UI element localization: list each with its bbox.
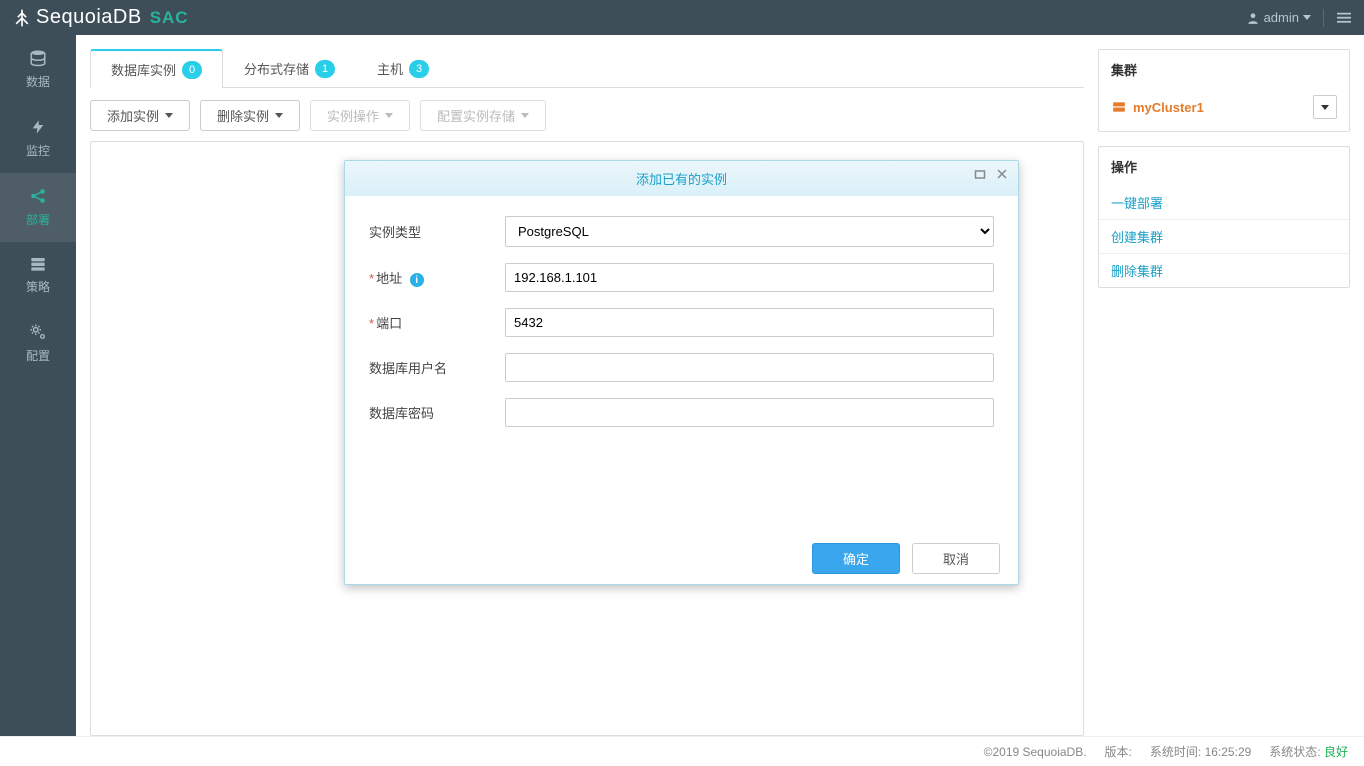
user-name: admin: [1264, 10, 1299, 25]
button-label: 添加实例: [107, 106, 159, 125]
db-password-input[interactable]: [505, 398, 994, 427]
user-menu[interactable]: admin: [1246, 10, 1311, 25]
sidebar: 数据 监控 部署 策略 配置: [0, 35, 76, 736]
ops-head: 操作: [1099, 147, 1349, 186]
database-icon: [29, 49, 47, 67]
status-label: 系统状态:: [1269, 745, 1320, 759]
ok-button[interactable]: 确定: [812, 543, 900, 574]
tab-label: 分布式存储: [244, 59, 309, 78]
cluster-name[interactable]: myCluster1: [1111, 100, 1204, 115]
divider: [1323, 9, 1324, 27]
cancel-button[interactable]: 取消: [912, 543, 1000, 574]
chevron-down-icon: [385, 113, 393, 118]
tab-label: 数据库实例: [111, 60, 176, 79]
address-input[interactable]: [505, 263, 994, 292]
chevron-down-icon: [521, 113, 529, 118]
tab-badge: 1: [315, 60, 335, 78]
chevron-down-icon: [1303, 15, 1311, 20]
sidebar-item-deploy[interactable]: 部署: [0, 173, 76, 242]
delete-instance-button[interactable]: 删除实例: [200, 100, 300, 131]
sidebar-label: 部署: [26, 211, 50, 228]
chevron-down-icon: [1321, 105, 1329, 110]
config-storage-button[interactable]: 配置实例存储: [420, 100, 546, 131]
add-instance-modal: 添加已有的实例 实例类型 PostgreSQL *地址 i: [344, 160, 1019, 585]
info-icon[interactable]: i: [410, 273, 424, 287]
action-create-cluster[interactable]: 创建集群: [1099, 219, 1349, 253]
tabs: 数据库实例 0 分布式存储 1 主机 3: [90, 49, 1084, 88]
modal-head[interactable]: 添加已有的实例: [345, 161, 1018, 196]
brand-sac: SAC: [150, 8, 189, 28]
brand-main: SequoiaDB: [36, 6, 142, 29]
menu-icon[interactable]: [1336, 11, 1352, 25]
server-icon: [29, 256, 47, 272]
cogs-icon: [29, 323, 47, 341]
maximize-icon[interactable]: [974, 168, 986, 180]
topbar: SequoiaDB SAC admin: [0, 0, 1364, 35]
sidebar-label: 数据: [26, 73, 50, 90]
time-value: 16:25:29: [1205, 745, 1252, 759]
toolbar: 添加实例 删除实例 实例操作 配置实例存储: [90, 88, 1084, 141]
sidebar-item-data[interactable]: 数据: [0, 35, 76, 104]
ops-card: 操作 一键部署 创建集群 删除集群: [1098, 146, 1350, 288]
button-label: 实例操作: [327, 106, 379, 125]
sidebar-label: 监控: [26, 142, 50, 159]
chevron-down-icon: [165, 113, 173, 118]
brand: SequoiaDB SAC: [12, 6, 189, 29]
label-address: *地址 i: [369, 268, 505, 288]
modal-title: 添加已有的实例: [636, 169, 727, 188]
status-value: 良好: [1324, 745, 1348, 759]
copyright: ©2019 SequoiaDB.: [984, 745, 1087, 759]
time-label: 系统时间:: [1150, 745, 1201, 759]
close-icon[interactable]: [996, 168, 1008, 180]
tab-badge: 3: [409, 60, 429, 78]
instance-ops-button[interactable]: 实例操作: [310, 100, 410, 131]
tree-logo-icon: [12, 8, 32, 28]
version-label: 版本:: [1105, 743, 1132, 760]
bolt-icon: [30, 118, 46, 136]
port-input[interactable]: [505, 308, 994, 337]
tab-host[interactable]: 主机 3: [356, 49, 450, 87]
label-db-user: 数据库用户名: [369, 358, 505, 377]
button-label: 配置实例存储: [437, 106, 515, 125]
cluster-head: 集群: [1099, 50, 1349, 89]
action-one-click-deploy[interactable]: 一键部署: [1099, 186, 1349, 219]
action-delete-cluster[interactable]: 删除集群: [1099, 253, 1349, 287]
footer: ©2019 SequoiaDB. 版本: 系统时间: 16:25:29 系统状态…: [0, 736, 1364, 766]
user-icon: [1246, 11, 1260, 25]
sidebar-label: 策略: [26, 278, 50, 295]
add-instance-button[interactable]: 添加实例: [90, 100, 190, 131]
label-port: *端口: [369, 313, 505, 332]
label-instance-type: 实例类型: [369, 222, 505, 241]
tab-distributed-storage[interactable]: 分布式存储 1: [223, 49, 356, 87]
instance-type-select[interactable]: PostgreSQL: [505, 216, 994, 247]
tab-db-instance[interactable]: 数据库实例 0: [90, 49, 223, 88]
button-label: 删除实例: [217, 106, 269, 125]
cluster-label: myCluster1: [1133, 100, 1204, 115]
sidebar-label: 配置: [26, 347, 50, 364]
cluster-dropdown-button[interactable]: [1313, 95, 1337, 119]
cluster-card: 集群 myCluster1: [1098, 49, 1350, 132]
label-db-password: 数据库密码: [369, 403, 505, 422]
share-icon: [29, 187, 47, 205]
sidebar-item-policy[interactable]: 策略: [0, 242, 76, 309]
sidebar-item-monitor[interactable]: 监控: [0, 104, 76, 173]
chevron-down-icon: [275, 113, 283, 118]
tab-badge: 0: [182, 61, 202, 79]
tab-label: 主机: [377, 59, 403, 78]
db-user-input[interactable]: [505, 353, 994, 382]
cluster-icon: [1111, 100, 1127, 114]
sidebar-item-config[interactable]: 配置: [0, 309, 76, 378]
